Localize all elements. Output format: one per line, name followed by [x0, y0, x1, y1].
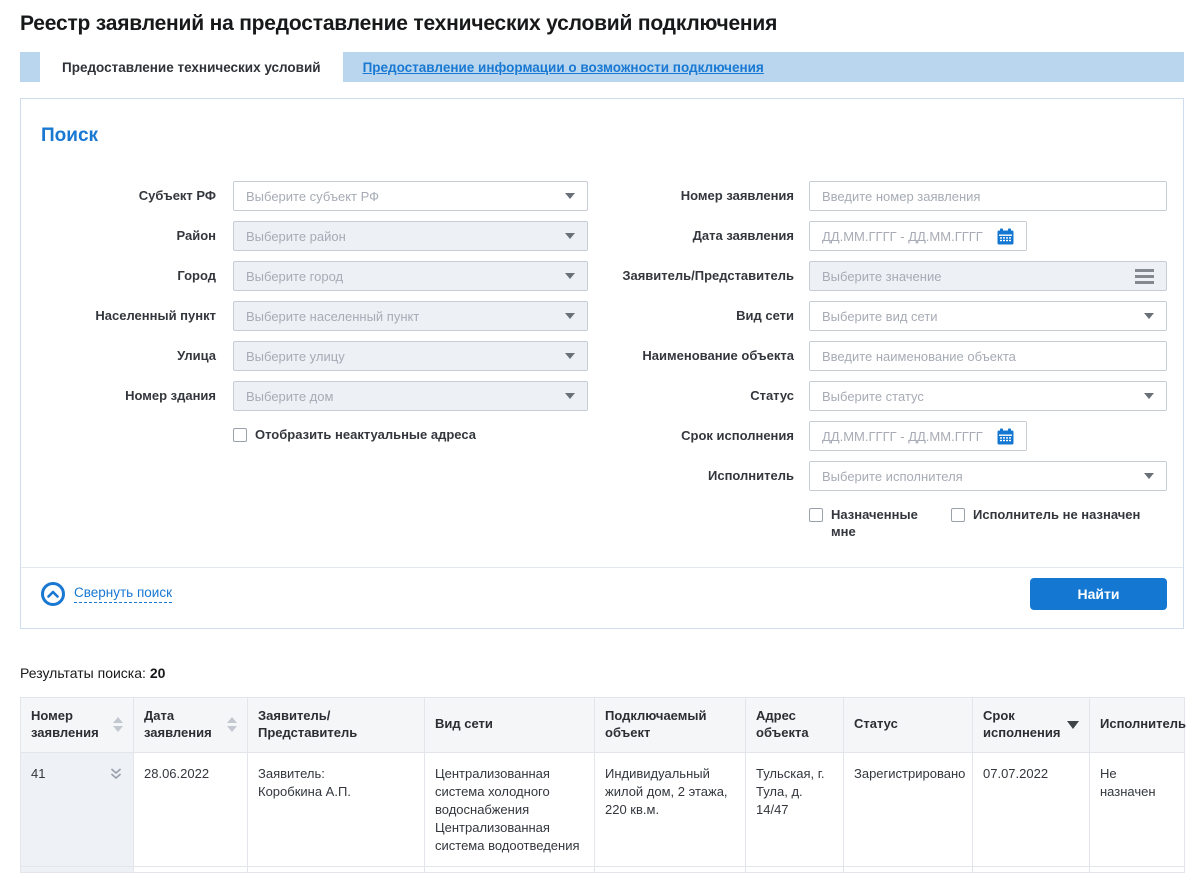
hamburger-icon[interactable]: [1135, 269, 1154, 284]
settlement-select[interactable]: Выберите населенный пункт: [233, 301, 588, 331]
table-row-partial: [21, 867, 1185, 873]
search-form: Субъект РФ Выберите субъект РФ Район Выб…: [21, 147, 1183, 567]
cell-connected-object: Индивидуальный жилой дом, 2 этажа, 220 к…: [595, 752, 746, 867]
subject-rf-select[interactable]: Выберите субъект РФ: [233, 181, 588, 211]
applications-table: Номер заявления Дата заявления Заявитель…: [20, 697, 1185, 873]
cell-executor: Не назначен: [1090, 752, 1185, 867]
column-header-object-address[interactable]: Адрес объекта: [746, 697, 844, 752]
building-number-label: Номер здания: [41, 381, 216, 403]
sort-icon[interactable]: [227, 717, 237, 732]
chevron-down-icon: [565, 193, 575, 199]
tab-connection-possibility-info[interactable]: Предоставление информации о возможности …: [363, 52, 764, 82]
sort-desc-icon[interactable]: [1067, 721, 1079, 729]
column-header-connected-object[interactable]: Подключаемый объект: [595, 697, 746, 752]
district-select[interactable]: Выберите район: [233, 221, 588, 251]
find-button[interactable]: Найти: [1030, 578, 1167, 610]
chevron-down-icon: [565, 353, 575, 359]
column-header-executor[interactable]: Исполнитель: [1090, 697, 1185, 752]
results-summary: Результаты поиска: 20: [20, 665, 1184, 681]
subject-rf-label: Субъект РФ: [41, 181, 216, 203]
cell-deadline: 07.07.2022: [973, 752, 1090, 867]
application-date-range-input[interactable]: ДД.ММ.ГГГГ - ДД.ММ.ГГГГ: [809, 221, 1027, 251]
object-name-input[interactable]: Введите наименование объекта: [809, 341, 1167, 371]
results-count: 20: [150, 665, 166, 681]
page-title: Реестр заявлений на предоставление техни…: [20, 12, 1184, 36]
application-number-input[interactable]: Введите номер заявления: [809, 181, 1167, 211]
table-header-row: Номер заявления Дата заявления Заявитель…: [21, 697, 1185, 752]
application-number-label: Номер заявления: [609, 181, 794, 203]
status-label: Статус: [609, 381, 794, 403]
status-select[interactable]: Выберите статус: [809, 381, 1167, 411]
assigned-to-me-label: Назначенные мне: [831, 507, 923, 541]
show-inactive-addresses-label: Отобразить неактуальные адреса: [255, 427, 476, 444]
column-header-application-date[interactable]: Дата заявления: [134, 697, 248, 752]
cell-application-number: 41: [21, 752, 134, 867]
search-panel-footer: Свернуть поиск Найти: [21, 567, 1183, 628]
collapse-search[interactable]: Свернуть поиск: [41, 582, 172, 606]
executor-not-assigned-label: Исполнитель не назначен: [973, 507, 1140, 524]
street-label: Улица: [41, 341, 216, 363]
assigned-to-me-option: Назначенные мне: [809, 507, 951, 541]
cell-network-type: Централизованная система холодного водос…: [425, 752, 595, 867]
cell-object-address: Тульская, г. Тула, д. 14/47: [746, 752, 844, 867]
expand-row-icon[interactable]: [109, 767, 123, 781]
city-label: Город: [41, 261, 216, 283]
results-label: Результаты поиска:: [20, 665, 146, 681]
search-form-left-column: Субъект РФ Выберите субъект РФ Район Выб…: [41, 181, 588, 541]
show-inactive-addresses-option: Отобразить неактуальные адреса: [233, 427, 476, 444]
show-inactive-addresses-checkbox[interactable]: [233, 428, 247, 442]
building-number-select[interactable]: Выберите дом: [233, 381, 588, 411]
table-row: 41 28.06.2022 Заявитель: Коробкина А.П. …: [21, 752, 1185, 867]
chevron-down-icon: [565, 233, 575, 239]
executor-not-assigned-checkbox[interactable]: [951, 508, 965, 522]
chevron-down-icon: [1144, 313, 1154, 319]
chevron-down-icon: [1144, 473, 1154, 479]
chevron-down-icon: [565, 313, 575, 319]
street-select[interactable]: Выберите улицу: [233, 341, 588, 371]
settlement-label: Населенный пункт: [41, 301, 216, 323]
column-header-status[interactable]: Статус: [844, 697, 973, 752]
applicant-label: Заявитель/Представитель: [609, 261, 794, 283]
chevron-up-circle-icon[interactable]: [41, 582, 65, 606]
chevron-down-icon: [1144, 393, 1154, 399]
tab-technical-conditions[interactable]: Предоставление технических условий: [40, 52, 343, 82]
network-type-label: Вид сети: [609, 301, 794, 323]
assigned-to-me-checkbox[interactable]: [809, 508, 823, 522]
column-header-network-type[interactable]: Вид сети: [425, 697, 595, 752]
cell-applicant: Заявитель: Коробкина А.П.: [248, 752, 425, 867]
district-label: Район: [41, 221, 216, 243]
executor-not-assigned-option: Исполнитель не назначен: [951, 507, 1140, 524]
applicant-picker[interactable]: Выберите значение: [809, 261, 1167, 291]
executor-select[interactable]: Выберите исполнителя: [809, 461, 1167, 491]
chevron-down-icon: [565, 273, 575, 279]
search-title: Поиск: [41, 125, 1183, 147]
tab-bar: Предоставление технических условий Предо…: [20, 52, 1184, 82]
cell-status: Зарегистрировано: [844, 752, 973, 867]
deadline-range-input[interactable]: ДД.ММ.ГГГГ - ДД.ММ.ГГГГ: [809, 421, 1027, 451]
collapse-search-link[interactable]: Свернуть поиск: [74, 585, 172, 603]
calendar-icon[interactable]: [997, 428, 1014, 445]
search-panel: Поиск Субъект РФ Выберите субъект РФ Рай…: [20, 98, 1184, 629]
city-select[interactable]: Выберите город: [233, 261, 588, 291]
sort-icon[interactable]: [113, 717, 123, 732]
object-name-label: Наименование объекта: [609, 341, 794, 363]
deadline-label: Срок исполнения: [609, 421, 794, 443]
column-header-application-number[interactable]: Номер заявления: [21, 697, 134, 752]
chevron-down-icon: [565, 393, 575, 399]
search-form-right-column: Номер заявления Введите номер заявления …: [609, 181, 1167, 541]
column-header-applicant[interactable]: Заявитель/Представитель: [248, 697, 425, 752]
network-type-select[interactable]: Выберите вид сети: [809, 301, 1167, 331]
executor-label: Исполнитель: [609, 461, 794, 483]
column-header-deadline[interactable]: Срок исполнения: [973, 697, 1090, 752]
calendar-icon[interactable]: [997, 228, 1014, 245]
application-date-label: Дата заявления: [609, 221, 794, 243]
cell-application-date: 28.06.2022: [134, 752, 248, 867]
